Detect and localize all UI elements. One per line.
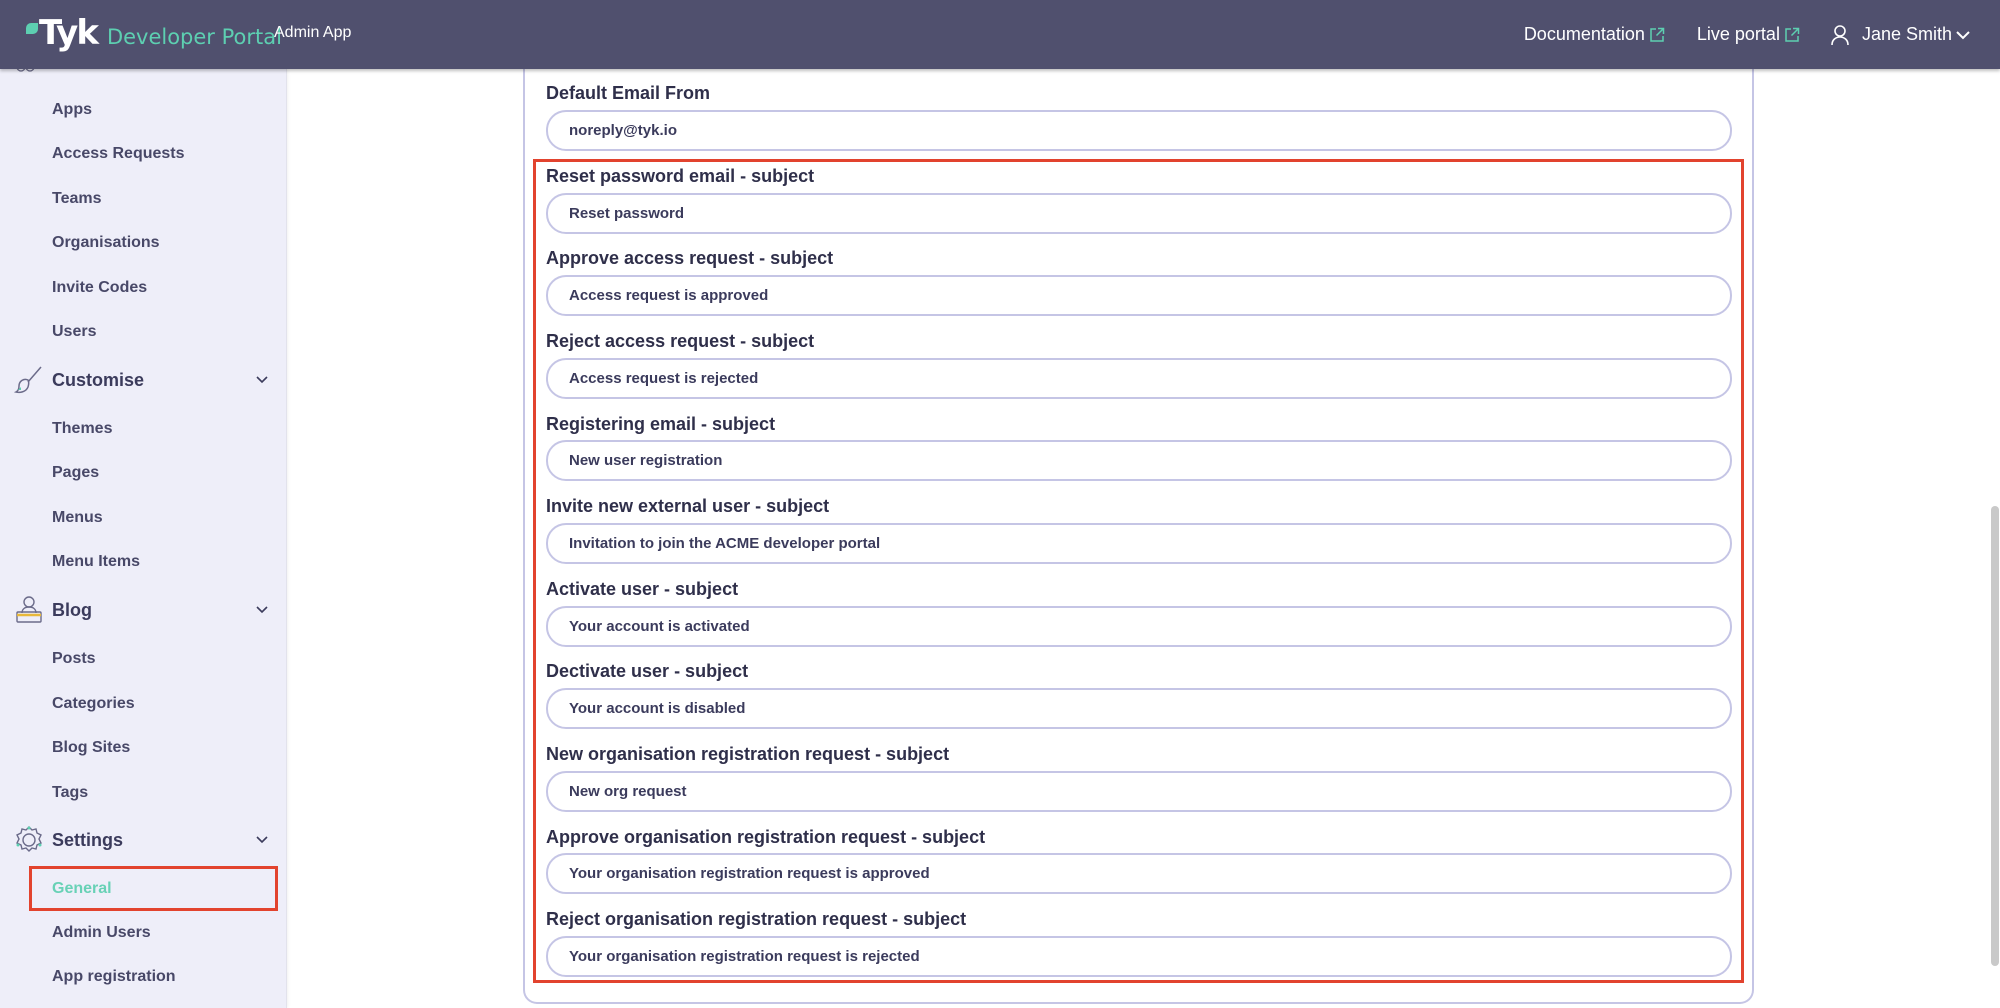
deactivate-user-subject-input[interactable]	[546, 688, 1732, 729]
approve-org-registration-subject-label: Approve organisation registration reques…	[546, 827, 986, 847]
scrollbar-thumb[interactable]	[1991, 506, 1999, 966]
user-icon	[1831, 24, 1849, 45]
deactivate-user-subject-label: Dectivate user - subject	[546, 661, 749, 681]
chevron-down-icon	[256, 836, 268, 844]
sidebar-item-categories[interactable]: Categories	[52, 695, 135, 713]
tyk-logo[interactable]: Tyk Developer Portal	[26, 14, 282, 52]
reset-password-subject-input[interactable]	[546, 193, 1732, 234]
default-email-from-label: Default Email From	[546, 83, 711, 103]
leaf-icon	[26, 23, 38, 34]
reject-org-registration-subject-input[interactable]	[546, 936, 1732, 977]
sidebar-item-app-registration[interactable]: App registration	[52, 968, 176, 986]
reject-org-registration-subject-label: Reject organisation registration request…	[546, 909, 967, 929]
sidebar-section-blog[interactable]: Blog	[14, 595, 270, 625]
blog-writer-icon	[16, 596, 42, 623]
sidebar-item-apps[interactable]: Apps	[52, 101, 92, 119]
sidebar-item-menus[interactable]: Menus	[52, 509, 103, 527]
sidebar-item-posts[interactable]: Posts	[52, 650, 96, 668]
registering-email-subject-label: Registering email - subject	[546, 414, 776, 434]
top-navigation-bar: Tyk Developer Portal Admin App Documenta…	[0, 0, 2000, 69]
sidebar-item-menu-items[interactable]: Menu Items	[52, 553, 140, 571]
sidebar-section-label: Blog	[52, 599, 92, 620]
live-portal-link[interactable]: Live portal	[1697, 24, 1800, 45]
sidebar-section-settings[interactable]: Settings	[14, 825, 270, 855]
approve-org-registration-subject-input[interactable]	[546, 853, 1732, 894]
sidebar-item-invite-codes[interactable]: Invite Codes	[52, 279, 147, 297]
activate-user-subject-label: Activate user - subject	[546, 579, 739, 599]
approve-access-request-subject-input[interactable]	[546, 275, 1732, 316]
app-name: Admin App	[274, 24, 352, 41]
reject-access-request-subject-input[interactable]	[546, 358, 1732, 399]
user-menu[interactable]: Jane Smith	[1800, 24, 1970, 46]
new-org-registration-subject-label: New organisation registration request - …	[546, 744, 950, 764]
logo-mark: Tyk	[39, 13, 99, 53]
sidebar-item-blog-sites[interactable]: Blog Sites	[52, 739, 130, 757]
registering-email-subject-input[interactable]	[546, 440, 1732, 481]
documentation-label: Documentation	[1523, 24, 1645, 44]
live-portal-label: Live portal	[1696, 24, 1780, 44]
chevron-down-icon	[256, 376, 268, 384]
sidebar-section-customise[interactable]: Customise	[14, 365, 270, 395]
paintbrush-icon	[14, 366, 42, 394]
user-name: Jane Smith	[1861, 24, 1952, 44]
active-item-highlight	[29, 866, 278, 911]
invite-external-user-subject-label: Invite new external user - subject	[546, 496, 830, 516]
logo-product-name: Developer Portal	[106, 25, 282, 49]
default-email-from-input[interactable]	[546, 110, 1732, 151]
sidebar-item-users[interactable]: Users	[52, 323, 96, 341]
sidebar-item-tags[interactable]: Tags	[52, 784, 88, 802]
external-link-icon	[1650, 27, 1665, 42]
sidebar-item-themes[interactable]: Themes	[52, 420, 112, 438]
sidebar-item-admin-users[interactable]: Admin Users	[52, 924, 151, 942]
documentation-link[interactable]: Documentation	[1524, 24, 1665, 45]
sidebar-section-label: Customise	[52, 369, 145, 390]
sidebar-item-pages[interactable]: Pages	[52, 464, 99, 482]
chevron-down-icon	[256, 606, 268, 614]
sidebar-item-access-requests[interactable]: Access Requests	[52, 145, 185, 163]
page-scrollbar[interactable]	[1990, 69, 2000, 1008]
sidebar-section-label: Settings	[52, 829, 124, 850]
reject-access-request-subject-label: Reject access request - subject	[546, 331, 815, 351]
gear-icon	[16, 826, 42, 852]
approve-access-request-subject-label: Approve access request - subject	[546, 248, 834, 268]
invite-external-user-subject-input[interactable]	[546, 523, 1732, 564]
activate-user-subject-input[interactable]	[546, 606, 1732, 647]
chevron-down-icon	[1956, 30, 1970, 39]
external-link-icon	[1785, 27, 1800, 42]
sidebar-item-teams[interactable]: Teams	[52, 190, 102, 208]
reset-password-subject-label: Reset password email - subject	[546, 166, 815, 186]
header-actions: Documentation Live portal Jane Smith	[1492, 0, 1970, 69]
new-org-registration-subject-input[interactable]	[546, 771, 1732, 812]
sidebar-item-organisations[interactable]: Organisations	[52, 234, 160, 252]
